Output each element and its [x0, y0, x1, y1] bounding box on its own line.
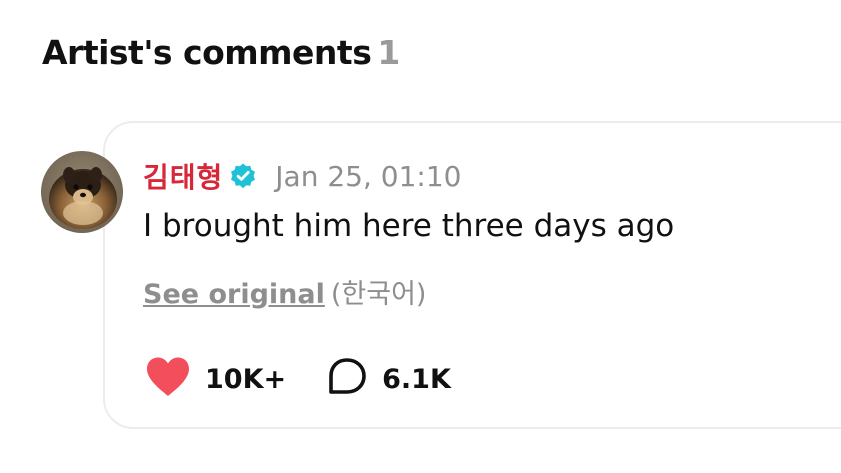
comment-timestamp: Jan 25, 01:10 — [275, 159, 462, 193]
reply-button[interactable]: 6.1K — [326, 357, 451, 401]
avatar-image — [41, 151, 123, 233]
section-title: Artist's comments — [42, 33, 372, 72]
author-name[interactable]: 김태형 — [143, 156, 223, 196]
verified-badge-icon — [229, 162, 257, 190]
see-original-link[interactable]: See original — [143, 279, 325, 310]
avatar[interactable] — [41, 151, 123, 233]
reply-count: 6.1K — [382, 363, 451, 395]
like-count: 10K+ — [205, 363, 287, 395]
comment-actions: 10K+ 6.1K — [145, 356, 451, 402]
original-language: (한국어) — [330, 279, 427, 310]
section-header: Artist's comments 1 — [42, 33, 400, 72]
translation-row: See original (한국어) — [143, 272, 426, 311]
speech-bubble-icon — [326, 357, 368, 401]
heart-icon — [145, 356, 191, 402]
like-button[interactable]: 10K+ — [145, 356, 286, 402]
comment-meta: 김태형 Jan 25, 01:10 — [143, 156, 461, 196]
comment-count: 1 — [377, 33, 400, 72]
comment-text: I brought him here three days ago — [143, 208, 675, 244]
